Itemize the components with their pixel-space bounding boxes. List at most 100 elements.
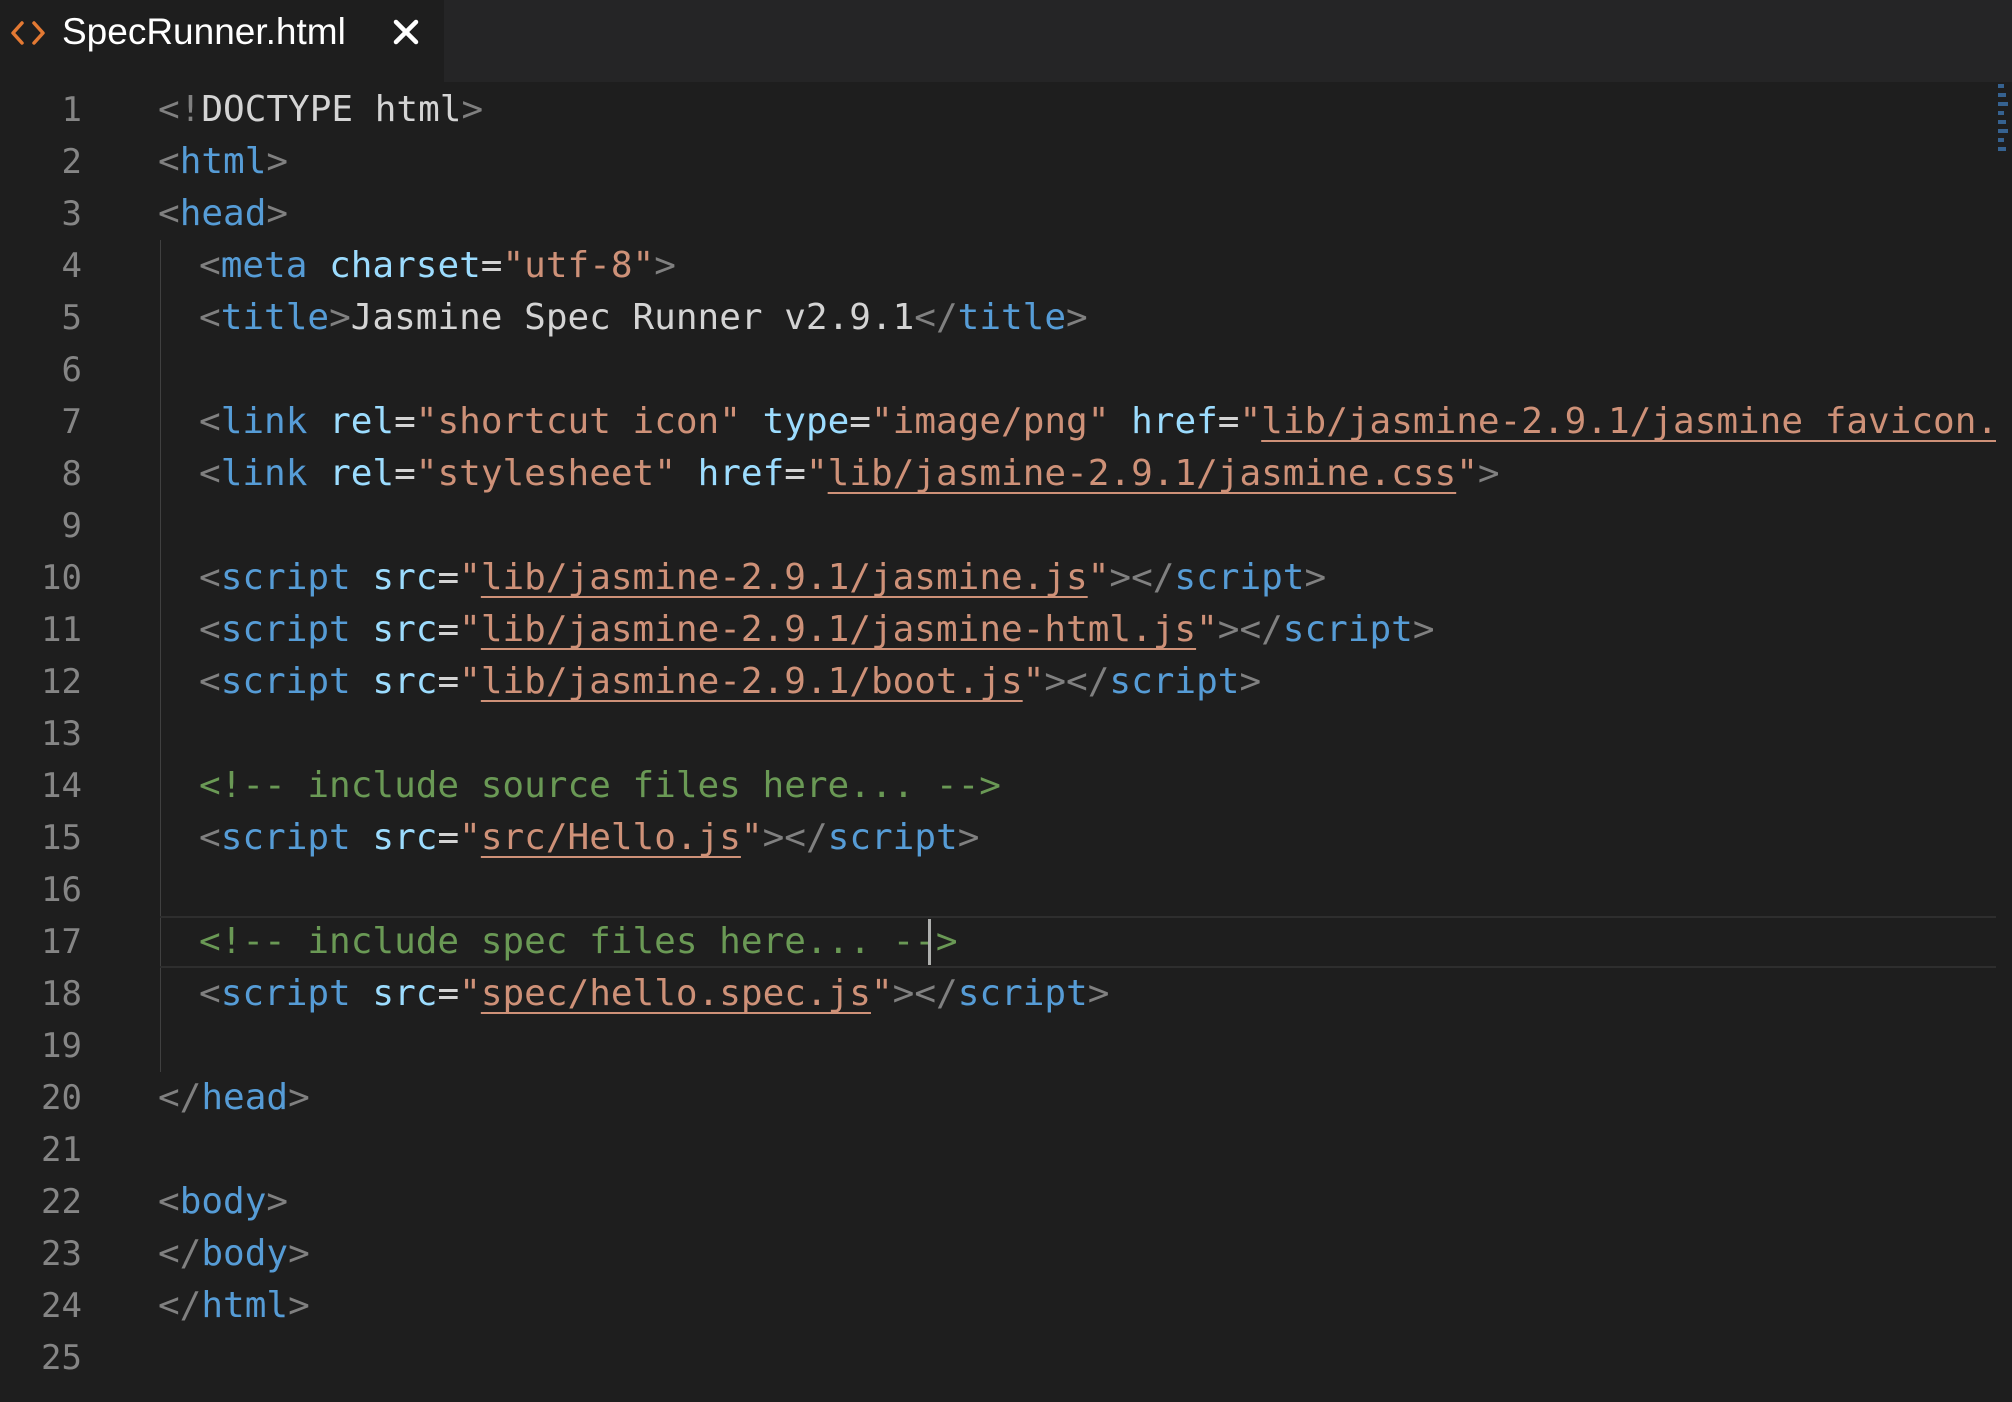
line-number-gutter: 1 2 3 4 5 6 7 8 9 10 11 12 13 14 15 16 17 18 19 20 21 22 23 24 2… [0, 82, 100, 1402]
minimap-mark [1998, 138, 2004, 142]
code-token: " [459, 973, 481, 1014]
code-file-icon [10, 20, 46, 46]
code-line: </body> [158, 1228, 310, 1280]
code-token: > [1087, 973, 1110, 1014]
code-editor[interactable]: 1 2 3 4 5 6 7 8 9 10 11 12 13 14 15 16 17 18 19 20 21 22 23 24 2… [0, 82, 2012, 1402]
code-token: " [1022, 661, 1045, 702]
code-token: = [849, 401, 871, 442]
code-token: " [1196, 609, 1218, 650]
code-area[interactable]: <!DOCTYPE html> <html> <head> <meta charset… [158, 82, 2012, 1402]
line-number: 11 [41, 610, 82, 650]
code-token: > [461, 89, 484, 130]
code-token: link [220, 401, 308, 442]
code-token: html [201, 1285, 289, 1326]
code-token: script [220, 557, 351, 598]
line-number: 25 [41, 1338, 82, 1378]
code-token: meta [220, 245, 308, 286]
code-token: title [220, 297, 330, 338]
code-token: = [437, 661, 460, 702]
code-token: " [740, 817, 763, 858]
line-number: 9 [61, 506, 82, 546]
code-token: "stylesheet" [415, 453, 676, 494]
code-token[interactable]: lib/jasmine-2.9.1/jasmine_favicon.png [1261, 401, 2012, 442]
code-line: <head> [158, 188, 288, 240]
code-token: < [199, 661, 221, 702]
line-number: 24 [41, 1286, 82, 1326]
tab-specrunner[interactable]: SpecRunner.html [0, 0, 444, 82]
code-line: <body> [158, 1176, 288, 1228]
code-line: <title>Jasmine Spec Runner v2.9.1</title… [158, 292, 1088, 344]
code-token: = [437, 973, 460, 1014]
code-line: <script src="lib/jasmine-2.9.1/jasmine-h… [158, 604, 1435, 656]
code-token: = [394, 401, 416, 442]
code-token: < [199, 817, 221, 858]
line-number: 14 [41, 766, 82, 806]
line-number: 17 [41, 922, 82, 962]
code-line: </html> [158, 1280, 310, 1332]
code-token[interactable]: lib/jasmine-2.9.1/jasmine.css [828, 453, 1457, 494]
line-number: 3 [61, 194, 82, 234]
code-token: head [201, 1077, 289, 1118]
code-token: < [158, 1181, 180, 1222]
line-number: 12 [41, 662, 82, 702]
minimap-mark [1998, 93, 2006, 97]
code-line: <script src="src/Hello.js"></script> [158, 812, 979, 864]
code-token: = [480, 245, 503, 286]
minimap-mark [1998, 120, 2006, 124]
code-token: > [1304, 557, 1327, 598]
minimap-mark [1998, 129, 2008, 133]
code-token: > [1066, 297, 1088, 338]
code-token: "utf-8" [502, 245, 655, 286]
code-token: src [372, 557, 438, 598]
line-number: 21 [41, 1130, 82, 1170]
code-token: title [957, 297, 1067, 338]
minimap-mark [1998, 84, 2004, 88]
code-token[interactable]: lib/jasmine-2.9.1/jasmine-html.js [481, 609, 1196, 650]
line-number: 22 [41, 1182, 82, 1222]
code-token: = [437, 817, 460, 858]
code-token: < [199, 973, 221, 1014]
code-token: > [1412, 609, 1435, 650]
code-token: script [957, 973, 1088, 1014]
code-token: > [1477, 453, 1500, 494]
line-number: 15 [41, 818, 82, 858]
vertical-scrollbar[interactable] [1996, 82, 2012, 1402]
code-token: </ [158, 1233, 202, 1274]
line-number: 19 [41, 1026, 82, 1066]
code-token[interactable]: src/Hello.js [481, 817, 741, 858]
text-cursor [928, 919, 931, 965]
code-token: " [870, 973, 893, 1014]
code-token: type [762, 401, 850, 442]
code-token: body [179, 1181, 267, 1222]
code-token: " [1456, 453, 1478, 494]
code-token: </ [158, 1285, 202, 1326]
code-token: = [437, 557, 460, 598]
code-token[interactable]: lib/jasmine-2.9.1/jasmine.js [481, 557, 1088, 598]
code-token: rel [329, 453, 395, 494]
code-token: href [1131, 401, 1218, 442]
close-icon[interactable] [391, 17, 421, 47]
code-line: <link rel="stylesheet" href="lib/jasmine… [158, 448, 1500, 500]
code-token: "image/png" [870, 401, 1110, 442]
code-token: < [158, 193, 180, 234]
tab-title: SpecRunner.html [62, 11, 346, 52]
minimap-mark [1998, 102, 2008, 106]
code-token: ></ [762, 817, 828, 858]
code-token: ></ [1109, 557, 1175, 598]
code-token: <! [158, 89, 202, 130]
code-token: > [266, 1181, 289, 1222]
code-token: < [199, 401, 221, 442]
code-token[interactable]: spec/hello.spec.js [481, 973, 871, 1014]
code-token: > [329, 297, 351, 338]
code-token[interactable]: lib/jasmine-2.9.1/boot.js [481, 661, 1023, 702]
code-token: script [220, 973, 351, 1014]
code-token: < [199, 609, 221, 650]
code-token: > [654, 245, 676, 286]
